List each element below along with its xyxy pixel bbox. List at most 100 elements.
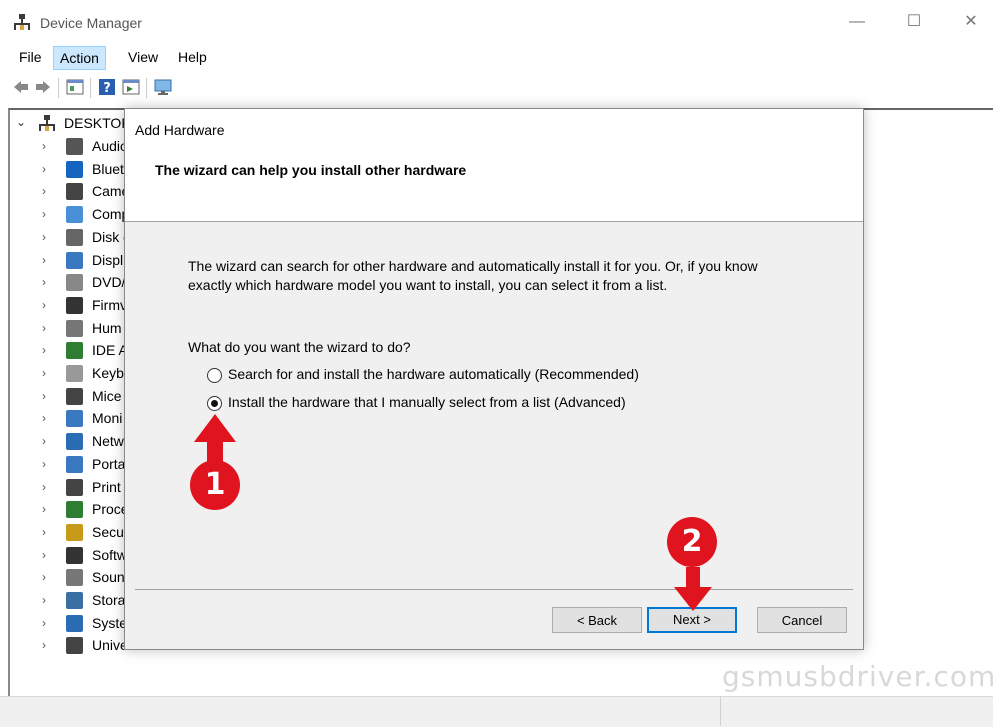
chevron-down-icon[interactable]: ⌄ (16, 115, 26, 129)
menu-file[interactable]: File (13, 46, 48, 68)
chevron-right-icon[interactable]: › (42, 162, 46, 176)
dialog-title: Add Hardware (135, 122, 225, 138)
keyboard-icon (66, 365, 83, 382)
chevron-right-icon[interactable]: › (42, 298, 46, 312)
toolbar-divider (146, 78, 147, 98)
tree-item-label: Print (92, 478, 121, 495)
menu-help[interactable]: Help (172, 46, 213, 68)
storage-icon (66, 592, 83, 609)
usb-icon (66, 637, 83, 655)
radio-unselected[interactable] (207, 368, 222, 383)
speaker-icon (66, 138, 83, 155)
menu-bar: File Action View Help (0, 44, 993, 70)
printer-icon (66, 478, 83, 496)
annotation-step-1: 1 (190, 460, 240, 510)
portable-icon (66, 455, 83, 473)
tree-item-label: Stora (92, 592, 126, 608)
chevron-right-icon[interactable]: › (42, 389, 46, 403)
chevron-right-icon[interactable]: › (42, 457, 46, 471)
dialog-header: Add Hardware The wizard can help you ins… (125, 109, 863, 222)
chevron-right-icon[interactable]: › (42, 343, 46, 357)
disk-icon (66, 228, 83, 246)
ide-icon (66, 342, 83, 360)
svg-text:?: ? (103, 81, 111, 96)
chevron-right-icon[interactable]: › (42, 434, 46, 448)
properties-icon[interactable] (66, 78, 84, 96)
dialog-question: What do you want the wizard to do? (188, 339, 411, 355)
mouse-icon (66, 387, 83, 405)
chevron-right-icon[interactable]: › (42, 230, 46, 244)
back-arrow-icon[interactable] (12, 78, 30, 96)
maximize-button[interactable]: ☐ (900, 10, 928, 34)
chevron-right-icon[interactable]: › (42, 570, 46, 584)
monitor-icon[interactable] (154, 78, 172, 96)
cancel-button[interactable]: Cancel (757, 607, 847, 633)
computer-icon (66, 206, 83, 224)
chevron-right-icon[interactable]: › (42, 275, 46, 289)
help-icon[interactable]: ? (98, 78, 116, 96)
chevron-right-icon[interactable]: › (42, 366, 46, 380)
annotation-arrow-up-icon (194, 414, 236, 462)
back-button[interactable]: < Back (552, 607, 642, 633)
chevron-right-icon[interactable]: › (42, 184, 46, 198)
security-icon (66, 523, 83, 541)
toolbar: ? (0, 72, 993, 104)
annotation-step-2: 2 (667, 517, 717, 567)
tree-item-label: Displ (92, 251, 124, 268)
device-manager-icon (14, 14, 30, 30)
dialog-heading: The wizard can help you install other ha… (155, 162, 467, 178)
tree-item-label: Audio (92, 138, 128, 154)
chevron-right-icon[interactable]: › (42, 616, 46, 630)
tree-item-label: Firmv (92, 296, 127, 313)
radio-selected[interactable] (207, 396, 222, 411)
option-label: Install the hardware that I manually sel… (228, 394, 626, 410)
chevron-right-icon[interactable]: › (42, 253, 46, 267)
tree-root-label: DESKTOP (64, 115, 131, 131)
network-icon (66, 433, 83, 451)
toolbar-divider (58, 78, 59, 98)
tree-item-label: Soun (92, 569, 125, 586)
add-hardware-dialog: Add Hardware The wizard can help you ins… (124, 108, 864, 650)
chevron-right-icon[interactable]: › (42, 139, 46, 153)
bluetooth-icon (66, 160, 83, 178)
firmware-icon (66, 296, 83, 314)
system-icon (66, 614, 83, 632)
close-button[interactable]: ✕ (957, 10, 985, 34)
chevron-right-icon[interactable]: › (42, 502, 46, 516)
status-divider (720, 696, 721, 726)
tree-item-label: Keyb (92, 365, 124, 381)
status-bar (0, 696, 993, 727)
tree-item-label: Mice (92, 387, 122, 404)
option-label: Search for and install the hardware auto… (228, 366, 639, 382)
update-driver-icon[interactable] (122, 78, 140, 96)
menu-view[interactable]: View (122, 46, 164, 68)
annotation-arrow-down-icon (674, 567, 712, 611)
chevron-right-icon[interactable]: › (42, 548, 46, 562)
chevron-right-icon[interactable]: › (42, 593, 46, 607)
sound-icon (66, 569, 83, 587)
software-icon (66, 546, 83, 564)
tree-item-label: Porta (92, 455, 126, 472)
tree-item-label: Hum (92, 319, 122, 336)
camera-icon (66, 183, 83, 201)
window-title: Device Manager (40, 15, 142, 31)
dvd-icon (66, 274, 83, 292)
forward-arrow-icon[interactable] (34, 78, 52, 96)
watermark: gsmusbdriver.com (722, 660, 993, 693)
chevron-right-icon[interactable]: › (42, 321, 46, 335)
tree-item-label: DVD/ (92, 274, 126, 291)
menu-action[interactable]: Action (53, 46, 106, 70)
computer-network-icon (39, 115, 55, 131)
chevron-right-icon[interactable]: › (42, 207, 46, 221)
tree-item-label: Moni (92, 410, 123, 427)
chevron-right-icon[interactable]: › (42, 411, 46, 425)
chevron-right-icon[interactable]: › (42, 480, 46, 494)
dialog-description: The wizard can search for other hardware… (188, 258, 758, 293)
chevron-right-icon[interactable]: › (42, 525, 46, 539)
tree-item-label: IDE A (92, 342, 128, 359)
title-bar: Device Manager — ☐ ✕ (0, 0, 993, 44)
chevron-right-icon[interactable]: › (42, 638, 46, 652)
tree-item-label: Netw (92, 433, 124, 450)
tree-item-label: Bluet (92, 160, 124, 177)
minimize-button[interactable]: — (843, 10, 871, 34)
